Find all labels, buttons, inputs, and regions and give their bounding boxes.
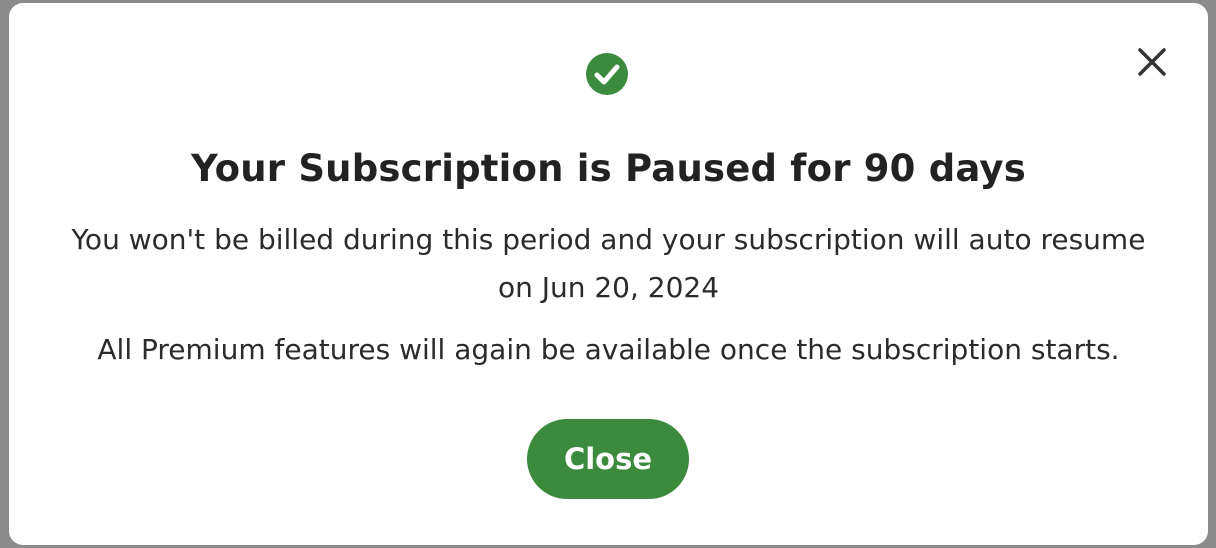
dialog-note: All Premium features will again be avail…: [97, 333, 1120, 366]
dialog-title: Your Subscription is Paused for 90 days: [191, 147, 1026, 190]
dialog-message: You won't be billed during this period a…: [71, 223, 1146, 304]
close-button[interactable]: Close: [527, 419, 689, 499]
subscription-paused-dialog: Your Subscription is Paused for 90 days …: [9, 3, 1208, 545]
close-icon[interactable]: [1133, 43, 1171, 81]
check-circle-icon: [586, 53, 628, 95]
